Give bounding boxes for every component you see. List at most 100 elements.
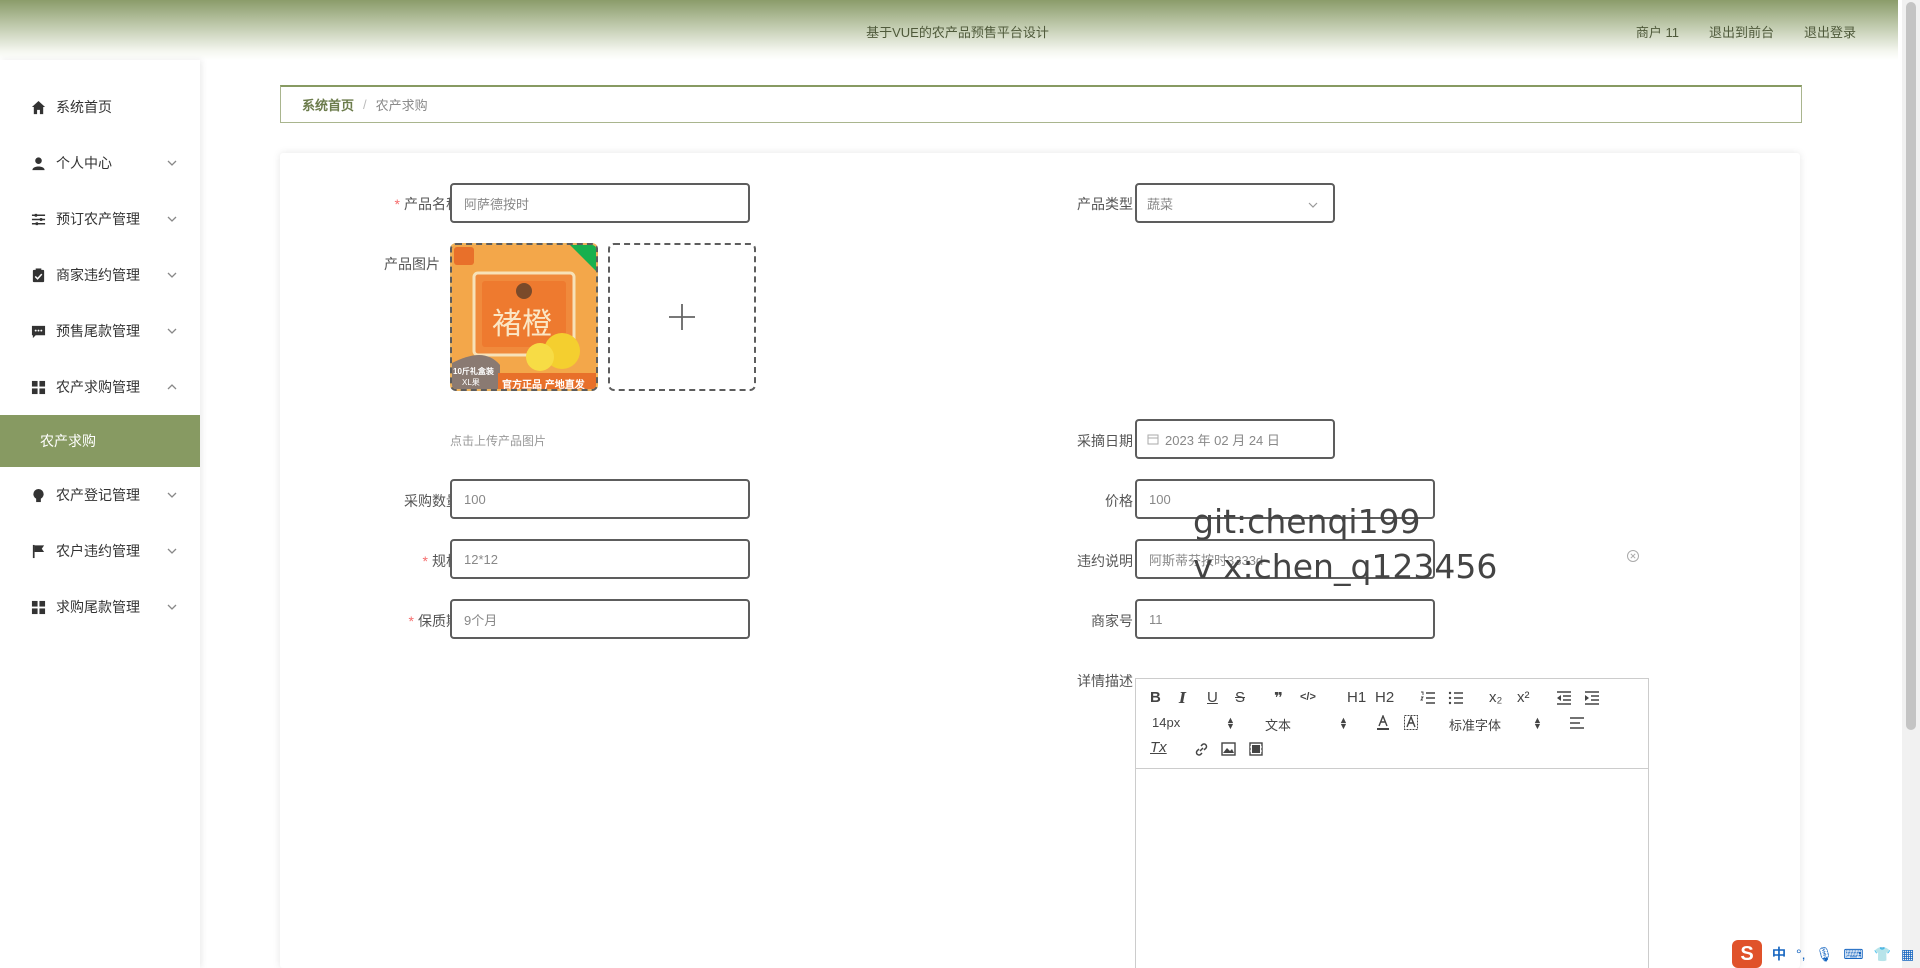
chevron-down-icon — [167, 160, 177, 166]
ime-logo-icon[interactable]: S — [1732, 940, 1762, 968]
bullet-list-icon[interactable] — [1448, 691, 1464, 705]
keyboard-icon[interactable]: ⌨ — [1843, 946, 1863, 963]
sidebar-item-presale-balance[interactable]: 预售尾款管理 — [0, 303, 200, 359]
chevron-down-icon — [167, 604, 177, 610]
punctuation-icon[interactable]: °, — [1796, 946, 1806, 962]
quantity-label: 采购数量 — [404, 493, 460, 509]
required-mark: * — [408, 613, 414, 629]
editor-content-area[interactable] — [1136, 770, 1648, 968]
chevron-down-icon — [167, 216, 177, 222]
strike-button[interactable]: S — [1235, 689, 1245, 706]
sidebar-item-label: 农产求购管理 — [56, 379, 140, 395]
updown-icon: ▲ ▼ — [1226, 715, 1235, 731]
font-family-value: 标准字体 — [1449, 718, 1502, 733]
picking-date-value: 2023 年 02 月 24 日 — [1165, 432, 1280, 448]
product-image-bottom-text: 官方正品 产地直发 — [502, 380, 585, 391]
clear-icon[interactable] — [1626, 549, 1640, 563]
sidebar-item-purchase-balance[interactable]: 求购尾款管理 — [0, 579, 200, 635]
chevron-down-icon — [167, 272, 177, 278]
shelf-life-label: * 保质期 — [340, 611, 460, 631]
image-icon[interactable] — [1221, 742, 1236, 756]
font-size-select[interactable]: 14px ▲ ▼ — [1152, 715, 1236, 731]
breadcrumb-separator: / — [363, 97, 367, 112]
subscript-button[interactable]: x₂ — [1489, 689, 1502, 706]
superscript-button[interactable]: x² — [1517, 689, 1530, 706]
font-color-icon[interactable] — [1376, 715, 1390, 731]
link-icon[interactable] — [1194, 742, 1209, 757]
sidebar-item-label: 商家违约管理 — [56, 267, 140, 283]
indent-icon[interactable] — [1584, 691, 1600, 705]
merchant-no-input[interactable]: 11 — [1135, 599, 1435, 639]
page-scrollbar[interactable] — [1902, 0, 1920, 968]
spec-label: * 规格 — [340, 551, 460, 571]
sidebar-item-label: 预售尾款管理 — [56, 323, 140, 339]
upload-add-button[interactable] — [608, 243, 756, 391]
h1-button[interactable]: H1 — [1347, 689, 1366, 706]
blockquote-button[interactable]: ❞ — [1274, 689, 1283, 707]
ime-lang-toggle[interactable]: 中 — [1772, 944, 1786, 964]
underline-button[interactable]: U — [1207, 689, 1218, 706]
video-icon[interactable] — [1249, 742, 1263, 756]
shelf-life-input[interactable]: 9个月 — [450, 599, 750, 639]
back-to-frontend-link[interactable]: 退出到前台 — [1709, 22, 1774, 41]
required-mark: * — [422, 553, 428, 569]
font-family-select[interactable]: 标准字体 ▲ ▼ — [1449, 715, 1543, 734]
editor-toolbar: B I U S ❞ </> H1 H2 x₂ x² 14px ▲ ▼ 文本 ▲ ▼ — [1136, 679, 1648, 769]
outdent-icon[interactable] — [1556, 691, 1572, 705]
bold-button[interactable]: B — [1150, 689, 1161, 706]
breadcrumb-home[interactable]: 系统首页 — [302, 95, 354, 114]
logout-link[interactable]: 退出登录 — [1804, 22, 1856, 41]
chevron-down-icon — [1308, 202, 1318, 208]
product-type-select[interactable]: 蔬菜 — [1135, 183, 1335, 223]
clear-format-button[interactable]: Tx — [1150, 739, 1167, 756]
ime-toolbar: S 中 °, 🎙 ⌨ 👕 ▦ — [1732, 940, 1914, 968]
sidebar-item-booking-management[interactable]: 预订农产管理 — [0, 191, 200, 247]
sidebar-item-farmer-breach[interactable]: 农户违约管理 — [0, 523, 200, 579]
scrollbar-thumb[interactable] — [1906, 2, 1916, 730]
merchant-user-link[interactable]: 商户 11 — [1636, 22, 1679, 41]
grid-menu-icon[interactable]: ▦ — [1901, 946, 1914, 963]
align-icon[interactable] — [1569, 716, 1585, 730]
top-header: 基于VUE的农产品预售平台设计 商户 11 退出到前台 退出登录 — [0, 0, 1898, 60]
product-image-thumbnail[interactable]: 褚橙 10斤礼盒装 XL果 官方正品 产地直发 — [450, 243, 598, 391]
app-title: 基于VUE的农产品预售平台设计 — [866, 25, 1049, 40]
picking-date-input[interactable]: 2023 年 02 月 24 日 — [1135, 419, 1335, 459]
h2-button[interactable]: H2 — [1375, 689, 1394, 706]
product-image-size: XL果 — [462, 378, 480, 387]
chevron-down-icon — [167, 548, 177, 554]
quantity-input[interactable]: 100 — [450, 479, 750, 519]
watermark-line-1: git:chenqi199 — [1193, 502, 1421, 541]
background-color-icon[interactable] — [1404, 715, 1418, 731]
italic-button[interactable]: I — [1179, 689, 1186, 707]
spec-input[interactable]: 12*12 — [450, 539, 750, 579]
sidebar-item-home[interactable]: 系统首页 — [0, 79, 200, 135]
flag-icon — [30, 543, 46, 559]
grid-icon — [30, 379, 46, 395]
paragraph-select[interactable]: 文本 ▲ ▼ — [1265, 715, 1349, 734]
bulb-icon — [30, 487, 46, 503]
sidebar-item-label: 系统首页 — [56, 99, 112, 115]
product-type-value: 蔬菜 — [1147, 196, 1174, 212]
chevron-down-icon — [167, 328, 177, 334]
sidebar-item-merchant-breach[interactable]: 商家违约管理 — [0, 247, 200, 303]
sidebar-item-purchase[interactable]: 农产求购 — [0, 415, 200, 467]
product-image-badge: 10斤礼盒装 — [453, 367, 494, 376]
font-size-value: 14px — [1152, 715, 1181, 730]
code-button[interactable]: </> — [1300, 691, 1316, 703]
microphone-icon[interactable]: 🎙 — [1816, 946, 1834, 963]
sidebar-item-purchase-management[interactable]: 农产求购管理 — [0, 359, 200, 415]
product-image-label: 产品图片 — [384, 256, 440, 272]
sidebar-item-label: 农产登记管理 — [56, 487, 140, 503]
sidebar-item-label: 个人中心 — [56, 155, 112, 171]
sidebar-item-label: 求购尾款管理 — [56, 599, 140, 615]
product-name-input[interactable]: 阿萨德按时 — [450, 183, 750, 223]
ordered-list-icon[interactable] — [1420, 691, 1436, 705]
sidebar-item-label: 农产求购 — [40, 433, 96, 449]
sidebar-item-personal-center[interactable]: 个人中心 — [0, 135, 200, 191]
skin-icon[interactable]: 👕 — [1874, 946, 1891, 963]
updown-icon: ▲ ▼ — [1533, 715, 1542, 731]
calendar-icon — [1147, 434, 1159, 445]
sidebar-item-registration-management[interactable]: 农产登记管理 — [0, 467, 200, 523]
sidebar: 系统首页 个人中心 预订农产管理 商家违约管理 预售尾款管理 农产求购管理 农产… — [0, 60, 200, 968]
sidebar-item-label: 预订农产管理 — [56, 211, 140, 227]
